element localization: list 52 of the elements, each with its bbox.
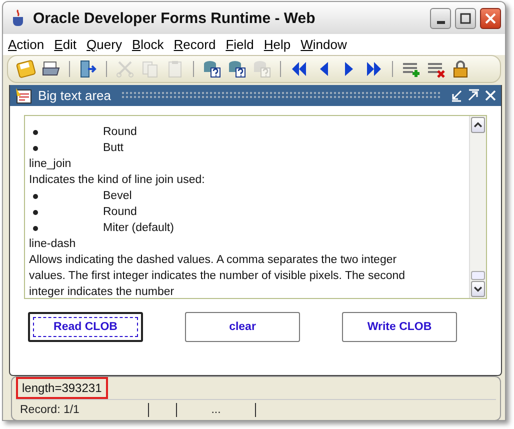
menu-item[interactable]: Help bbox=[264, 37, 291, 52]
close-icon bbox=[485, 12, 496, 24]
database-question-icon[interactable] bbox=[227, 59, 247, 79]
menu-item[interactable]: Query bbox=[86, 37, 122, 52]
text-line: Butt bbox=[103, 141, 124, 156]
scroll-thumb[interactable] bbox=[471, 271, 485, 280]
text-line: Allows indicating the dashed values. A comma separates the two integer bbox=[29, 253, 397, 268]
bullet-icon bbox=[33, 210, 38, 214]
text-area[interactable] bbox=[24, 115, 487, 299]
maximize-icon[interactable] bbox=[467, 89, 480, 102]
scroll-down-icon[interactable] bbox=[471, 281, 485, 297]
menu-item[interactable]: Window bbox=[300, 37, 347, 52]
form-button[interactable]: Write CLOB bbox=[342, 312, 457, 342]
text-line: Indicates the kind of line join used: bbox=[29, 173, 205, 188]
minimize-icon bbox=[436, 20, 444, 24]
door-arrow-icon[interactable] bbox=[78, 59, 98, 79]
minimize-icon[interactable] bbox=[450, 89, 463, 102]
text-line: values. The first integer indicates the number of visible pixels. The second bbox=[29, 269, 406, 284]
bullet-icon bbox=[33, 194, 38, 198]
text-line: line_join bbox=[29, 157, 72, 172]
form-button[interactable]: clear bbox=[185, 312, 300, 342]
text-line: Round bbox=[103, 125, 137, 140]
inner-window-title: Big text area bbox=[38, 88, 111, 103]
bullet-icon bbox=[33, 226, 38, 230]
text-line: Bevel bbox=[103, 189, 132, 204]
status-message: length=393231 bbox=[16, 377, 108, 399]
form-icon bbox=[14, 86, 34, 106]
menu-item[interactable]: Record bbox=[174, 37, 216, 52]
scrollbar[interactable] bbox=[469, 116, 486, 298]
text-line: line-dash bbox=[29, 237, 76, 252]
menu-item[interactable]: Action bbox=[8, 37, 44, 52]
minimize-button[interactable] bbox=[430, 8, 451, 28]
menu-item[interactable]: Edit bbox=[54, 37, 77, 52]
title-bar-grip[interactable] bbox=[121, 91, 440, 100]
form-button[interactable]: Read CLOB bbox=[28, 312, 143, 342]
text-line: integer indicates the number bbox=[29, 285, 174, 298]
text-line: Miter (default) bbox=[103, 221, 174, 236]
database-question-icon[interactable] bbox=[202, 59, 222, 79]
close-icon[interactable] bbox=[484, 89, 497, 102]
menu-item[interactable]: Field bbox=[226, 37, 254, 52]
text-line: Round bbox=[103, 205, 137, 220]
menu-item[interactable]: Block bbox=[132, 37, 164, 52]
status-cell: ... bbox=[177, 403, 256, 417]
bullet-icon bbox=[33, 130, 38, 134]
double-right-arrow-icon[interactable] bbox=[364, 59, 384, 79]
maximize-icon bbox=[460, 12, 471, 24]
bullet-icon bbox=[33, 146, 38, 150]
scroll-up-icon[interactable] bbox=[471, 117, 485, 133]
maximize-button[interactable] bbox=[455, 8, 476, 28]
record-indicator: Record: 1/1 bbox=[16, 403, 149, 417]
close-button[interactable] bbox=[480, 8, 501, 28]
window-title: Oracle Developer Forms Runtime - Web bbox=[33, 10, 316, 26]
